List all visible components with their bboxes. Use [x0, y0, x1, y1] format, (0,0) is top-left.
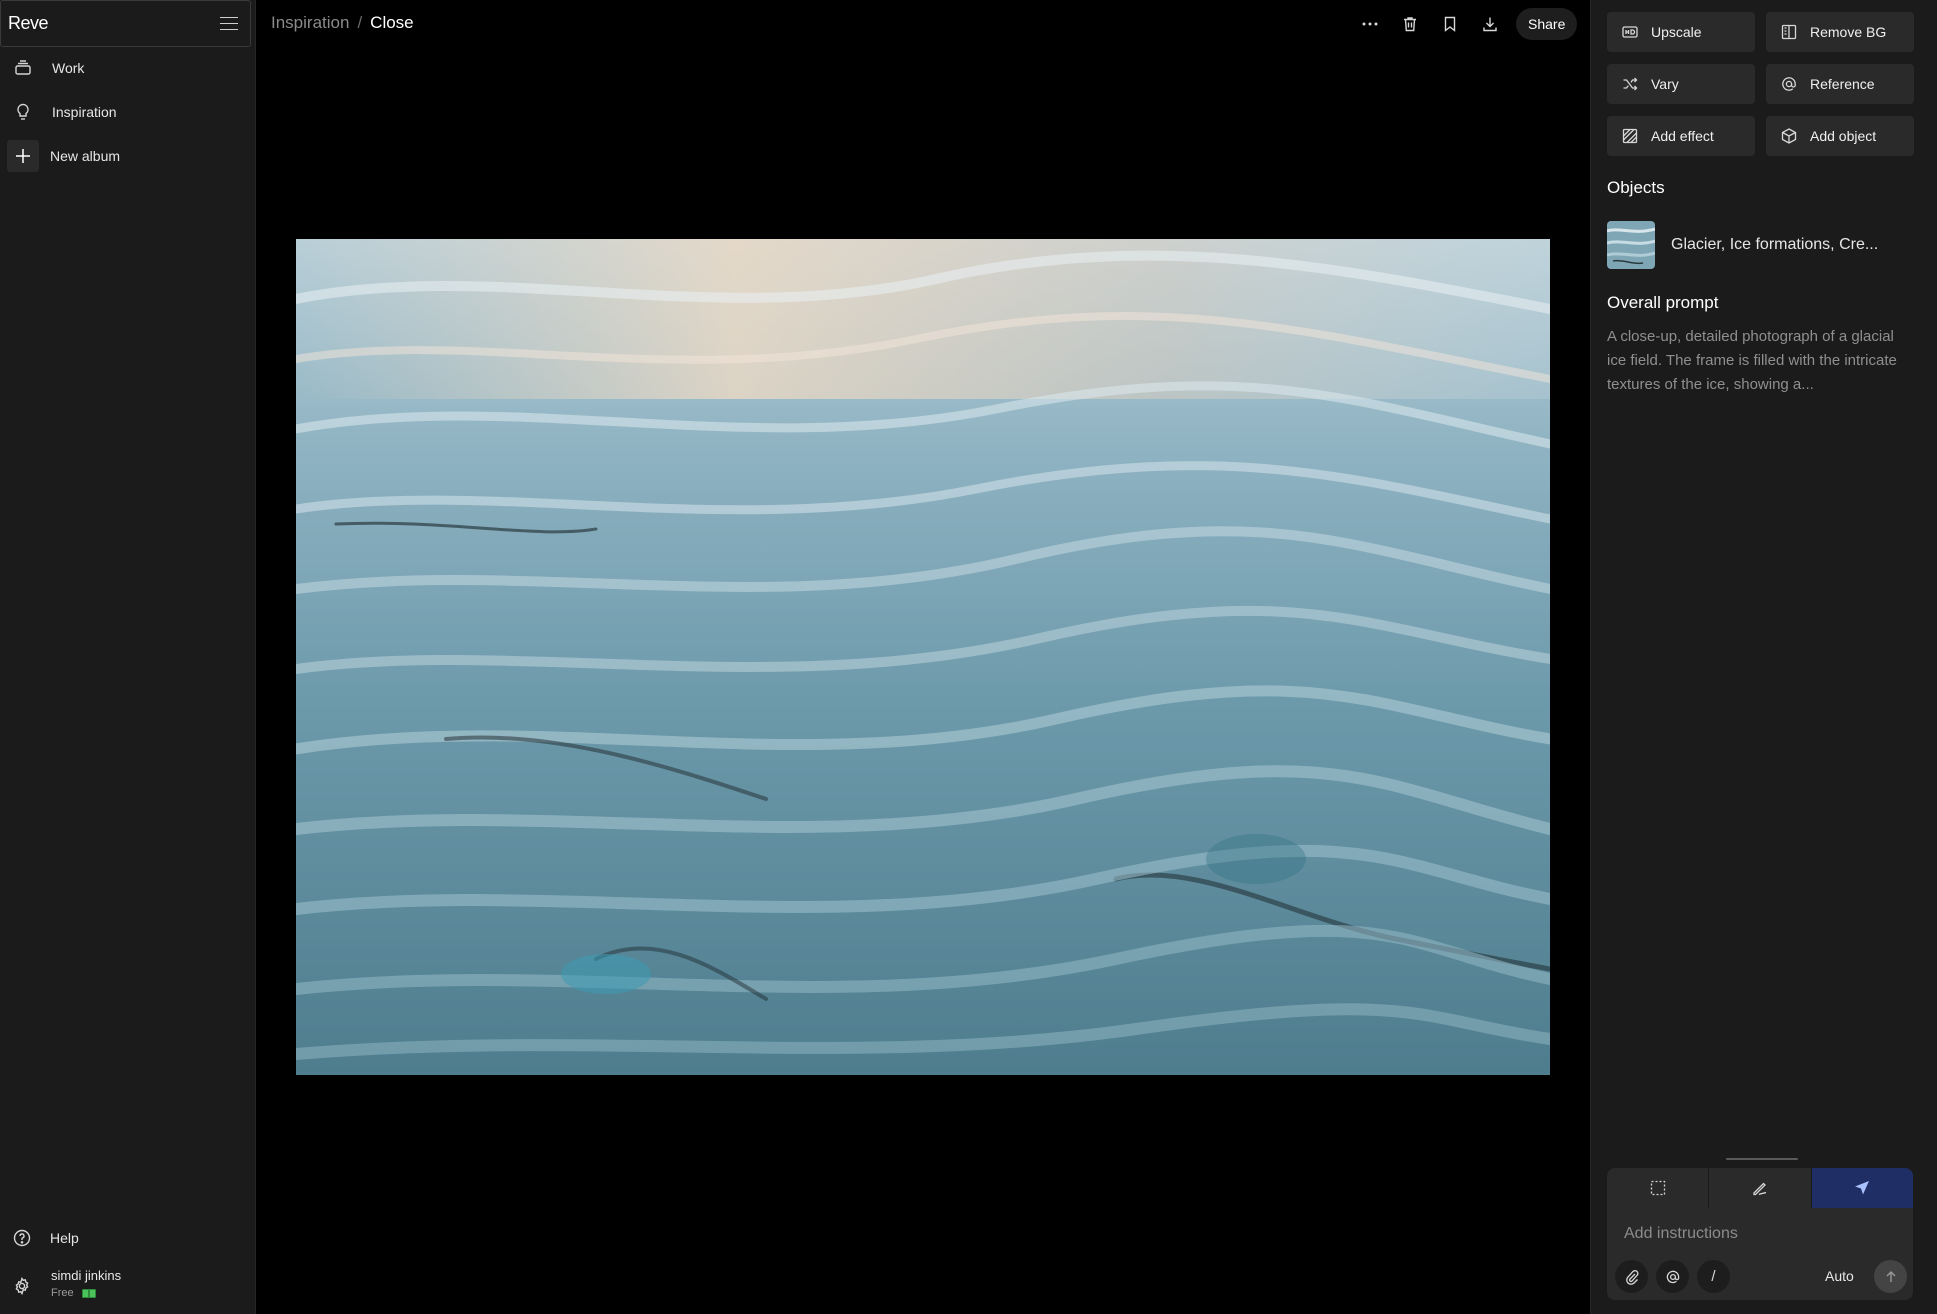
plan-badge-icon: [81, 1288, 96, 1298]
remove-bg-icon: [1780, 23, 1798, 41]
marquee-icon: [1650, 1180, 1665, 1196]
pen-icon: [1753, 1182, 1767, 1196]
user-name: simdi jinkins: [51, 1268, 122, 1283]
main-image[interactable]: [296, 239, 1550, 1075]
help-icon: [13, 1229, 31, 1247]
arrow-up-icon: [1886, 1270, 1895, 1282]
at-icon: [1666, 1270, 1679, 1283]
more-button[interactable]: [1350, 8, 1390, 40]
trash-icon: [1404, 17, 1416, 32]
vary-label: Vary: [1651, 76, 1679, 92]
image-toolbar: Share: [1350, 8, 1578, 40]
slash-command-button[interactable]: /: [1697, 1260, 1730, 1293]
plus-icon: [7, 140, 39, 172]
composer-actions: /: [1615, 1260, 1730, 1293]
object-item[interactable]: Glacier, Ice formations, Cre...: [1607, 221, 1878, 269]
brand-logo[interactable]: Reve: [8, 13, 49, 34]
stack-icon: [12, 57, 34, 79]
attach-button[interactable]: [1615, 1260, 1648, 1293]
menu-icon[interactable]: [220, 16, 238, 31]
drag-handle[interactable]: [1726, 1158, 1798, 1160]
add-object-button[interactable]: Add object: [1766, 116, 1914, 156]
sidebar-item-new-album[interactable]: New album: [0, 136, 250, 176]
remove-bg-label: Remove BG: [1810, 24, 1887, 40]
bookmark-icon: [1444, 16, 1456, 32]
more-icon: [1362, 22, 1378, 26]
paperclip-icon: [1625, 1269, 1638, 1285]
bookmark-button[interactable]: [1430, 8, 1470, 40]
upscale-button[interactable]: Upscale: [1607, 12, 1755, 52]
reference-button[interactable]: Reference: [1766, 64, 1914, 104]
sidebar-item-inspiration[interactable]: Inspiration: [0, 92, 250, 132]
sidebar-item-label: Inspiration: [52, 104, 117, 120]
mention-button[interactable]: [1656, 1260, 1689, 1293]
object-thumbnail: [1607, 221, 1655, 269]
shuffle-icon: [1621, 75, 1639, 93]
composer: Add instructions / Auto: [1607, 1168, 1913, 1300]
breadcrumb: Inspiration / Close: [271, 13, 414, 33]
breadcrumb-separator: /: [357, 13, 363, 32]
mode-pointer[interactable]: [1811, 1168, 1913, 1208]
download-button[interactable]: [1470, 8, 1510, 40]
plan-label: Free: [51, 1287, 74, 1299]
breadcrumb-current: Close: [370, 13, 414, 32]
help-label: Help: [50, 1230, 79, 1246]
prompt-title: Overall prompt: [1607, 293, 1719, 312]
object-label: Glacier, Ice formations, Cre...: [1671, 236, 1879, 253]
sidebar-item-label: New album: [50, 148, 121, 164]
reference-label: Reference: [1810, 76, 1875, 92]
instructions-input[interactable]: Add instructions: [1624, 1225, 1738, 1243]
edit-panel: Upscale Remove BG Vary Reference Add eff…: [1590, 0, 1937, 1314]
lightbulb-icon: [12, 101, 34, 123]
mode-select[interactable]: [1607, 1168, 1710, 1208]
pointer-icon: [1855, 1181, 1870, 1195]
add-effect-button[interactable]: Add effect: [1607, 116, 1755, 156]
sidebar-item-work[interactable]: Work: [0, 48, 250, 88]
download-icon: [1483, 17, 1497, 32]
cube-icon: [1780, 127, 1798, 145]
add-effect-label: Add effect: [1651, 128, 1714, 144]
breadcrumb-parent[interactable]: Inspiration: [271, 13, 349, 33]
hd-icon: [1621, 23, 1639, 41]
objects-title: Objects: [1607, 178, 1665, 197]
mode-draw[interactable]: [1709, 1168, 1812, 1208]
delete-button[interactable]: [1390, 8, 1430, 40]
prompt-text[interactable]: A close-up, detailed photograph of a gla…: [1607, 325, 1913, 397]
at-icon: [1780, 75, 1798, 93]
send-button[interactable]: [1874, 1260, 1907, 1293]
sidebar-item-label: Work: [52, 60, 85, 76]
add-object-label: Add object: [1810, 128, 1877, 144]
upscale-label: Upscale: [1651, 24, 1702, 40]
sidebar: Reve Work Inspiration New album Help sim…: [0, 0, 256, 1314]
gear-icon[interactable]: [12, 1276, 32, 1296]
effect-icon: [1621, 127, 1639, 145]
auto-mode-toggle[interactable]: Auto: [1825, 1268, 1854, 1284]
sidebar-header: Reve: [0, 0, 251, 47]
remove-bg-button[interactable]: Remove BG: [1766, 12, 1914, 52]
vary-button[interactable]: Vary: [1607, 64, 1755, 104]
user-profile: simdi jinkins Free: [12, 1268, 121, 1299]
mode-switcher: [1607, 1168, 1913, 1208]
help-link[interactable]: Help: [12, 1228, 79, 1248]
share-button[interactable]: Share: [1516, 8, 1578, 40]
